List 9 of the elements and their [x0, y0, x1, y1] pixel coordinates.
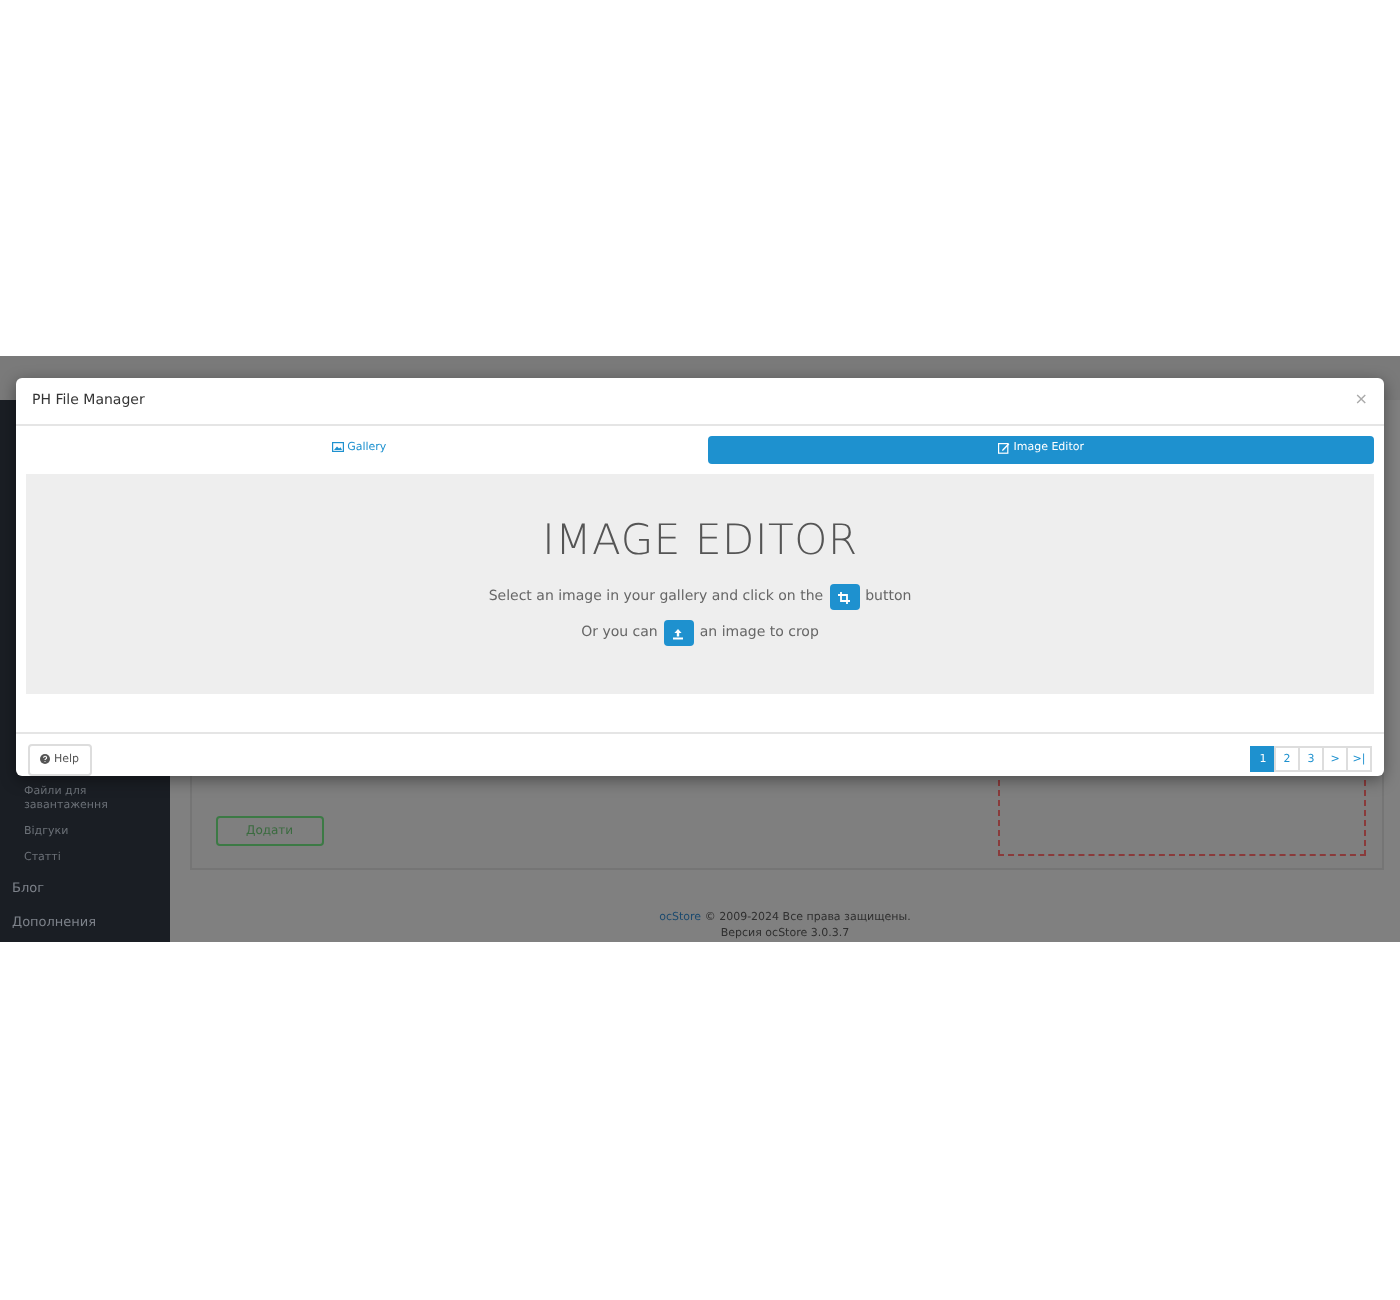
- image-icon: [331, 442, 344, 453]
- crop-icon: [838, 591, 851, 603]
- edit-icon: [997, 441, 1010, 454]
- crop-button[interactable]: [829, 584, 860, 610]
- upload-button[interactable]: [663, 620, 694, 646]
- close-button[interactable]: ×: [1354, 390, 1368, 411]
- help-icon: [40, 754, 50, 765]
- editor-heading: IMAGE EDITOR: [540, 513, 860, 567]
- upload-icon: [672, 627, 685, 639]
